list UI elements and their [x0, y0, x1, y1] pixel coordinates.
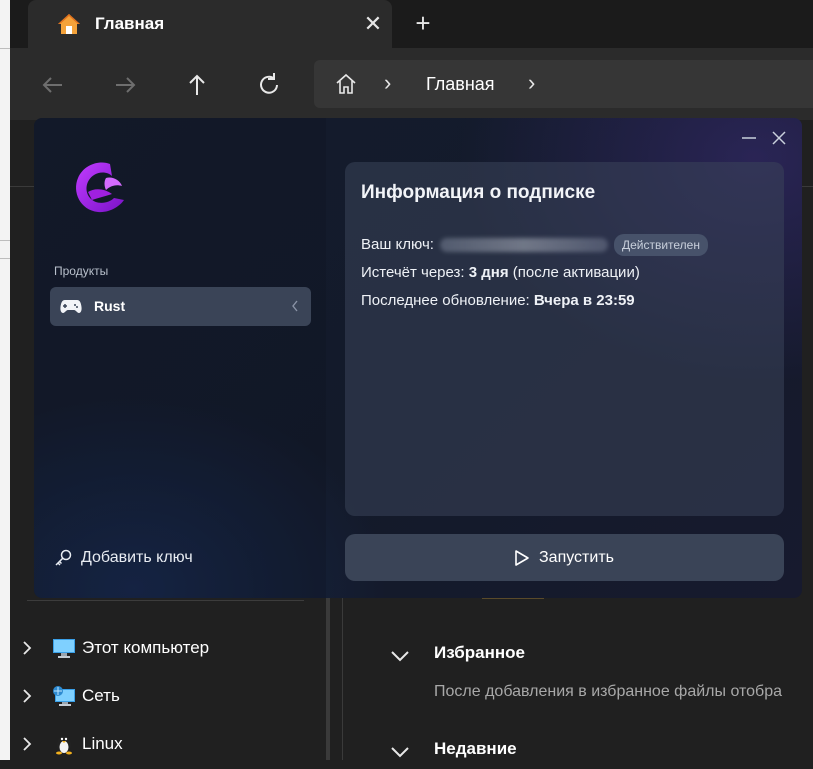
subscription-title: Информация о подписке [361, 182, 596, 203]
navigation-bar: › Главная › [10, 48, 813, 120]
network-icon [53, 686, 75, 706]
launcher-sidebar: Продукты Rust Добавить ключ [34, 118, 326, 598]
linux-penguin-icon [56, 736, 72, 755]
close-tab-icon[interactable]: ✕ [358, 9, 388, 39]
forward-arrow-icon[interactable] [108, 68, 142, 102]
pane-splitter[interactable] [326, 598, 330, 760]
launcher-window: Продукты Rust Добавить ключ Информация о… [34, 118, 802, 598]
updated-row: Последнее обновление: Вчера в 23:59 [361, 292, 635, 309]
launch-label: Запустить [539, 549, 614, 566]
blurred-key-value [439, 238, 608, 252]
expires-label: Истечёт через: [361, 264, 465, 281]
favorites-description: После добавления в избранное файлы отобр… [434, 683, 783, 700]
up-arrow-icon[interactable] [180, 68, 214, 102]
chevron-down-icon[interactable] [390, 745, 410, 759]
breadcrumb-home[interactable]: Главная [426, 74, 495, 95]
app-logo-icon [76, 162, 124, 213]
tree-divider [27, 600, 304, 601]
updated-value: Вчера в 23:59 [533, 292, 635, 309]
tab-bar: Главная ✕ + [10, 0, 813, 48]
new-tab-button[interactable]: + [408, 9, 438, 39]
chevron-down-icon[interactable] [390, 649, 410, 663]
expires-row: Истечёт через: 3 дня (после активации) [361, 264, 640, 281]
back-arrow-icon[interactable] [36, 68, 70, 102]
product-item-rust[interactable]: Rust [50, 287, 311, 326]
key-row: Ваш ключ: Действителен [361, 234, 708, 256]
product-label: Rust [94, 298, 126, 314]
close-icon[interactable] [771, 130, 787, 146]
home-folder-icon [58, 14, 80, 34]
tab-title: Главная [95, 14, 165, 33]
home-icon[interactable] [334, 72, 358, 96]
background-window-edge [0, 0, 10, 760]
play-icon [515, 550, 529, 566]
address-bar[interactable]: › Главная › [314, 60, 813, 108]
add-key-label: Добавить ключ [81, 549, 193, 566]
section-title: Избранное [434, 643, 525, 662]
updated-label: Последнее обновление: [361, 292, 530, 309]
expires-note: (после активации) [512, 264, 640, 281]
gamepad-icon [60, 300, 82, 313]
tree-item-label: Linux [82, 734, 123, 753]
chevron-left-icon [292, 300, 298, 312]
pane-divider [342, 598, 343, 760]
section-title: Недавние [434, 739, 517, 758]
tree-item-label: Сеть [82, 686, 120, 705]
subscription-card: Информация о подписке Ваш ключ: Действите… [345, 162, 784, 516]
minimize-icon[interactable] [739, 128, 759, 148]
tab-home[interactable]: Главная ✕ [28, 0, 392, 48]
products-heading: Продукты [54, 264, 109, 278]
computer-icon [53, 639, 75, 658]
chevron-right-icon[interactable] [20, 737, 34, 751]
refresh-icon[interactable] [252, 68, 286, 102]
chevron-right-icon[interactable] [20, 641, 34, 655]
chevron-right-icon[interactable] [20, 689, 34, 703]
chevron-right-icon[interactable]: › [528, 70, 535, 96]
key-label: Ваш ключ: [361, 235, 434, 253]
chevron-right-icon: › [384, 70, 392, 95]
tree-item-label: Этот компьютер [82, 638, 210, 657]
status-badge: Действителен [613, 234, 708, 256]
add-key-button[interactable]: Добавить ключ [54, 547, 254, 571]
expires-value: 3 дня [468, 264, 509, 281]
launch-button[interactable]: Запустить [345, 534, 784, 581]
key-icon [55, 549, 72, 566]
